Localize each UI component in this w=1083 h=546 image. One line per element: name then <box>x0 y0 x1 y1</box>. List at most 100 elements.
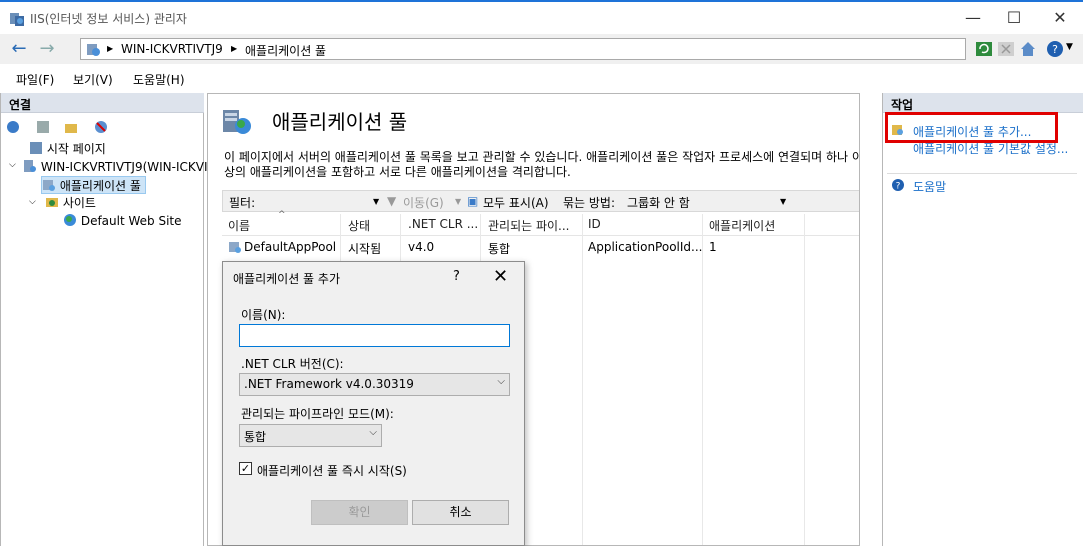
group-by-label: 묶는 방법: <box>563 196 616 210</box>
start-immediately-checkbox[interactable]: ✓ <box>239 462 252 475</box>
tree-item-server[interactable]: WIN-ICKVRTIVTJ9(WIN-ICKVI <box>23 158 208 176</box>
funnel-icon: ▼ <box>387 194 397 208</box>
back-button[interactable]: ← <box>6 38 32 60</box>
breadcrumb-separator: ▶ <box>107 44 114 53</box>
save-icon[interactable] <box>35 119 51 135</box>
connections-pane: 연결 시작 페이지 ⌵ WIN-ICKVRTIVTJ9(WIN-ICKVI 애플… <box>0 93 208 546</box>
maximize-button[interactable]: ☐ <box>999 8 1029 28</box>
grid-header: 이름 ^ 상태 .NET CLR ... 관리되는 파이... ID 애플리케이… <box>222 210 859 545</box>
column-divider <box>804 214 805 545</box>
dialog-help-button[interactable]: ? <box>453 269 460 284</box>
iis-app-icon <box>10 13 24 26</box>
connections-toolbar <box>1 115 204 139</box>
filter-input[interactable] <box>263 192 387 210</box>
breadcrumb-app-pools[interactable]: 애플리케이션 풀 <box>245 42 326 59</box>
cell-applications: 1 <box>709 240 717 254</box>
help-icon: ? <box>892 179 904 192</box>
pipeline-mode-value: 통합 <box>244 430 267 444</box>
ok-button[interactable]: 확인 <box>311 500 408 525</box>
chevron-down-icon: ⌵ <box>497 376 505 387</box>
stop-icon[interactable] <box>996 39 1016 59</box>
add-app-pool-dialog: 애플리케이션 풀 추가 ? ✕ 이름(N): .NET CLR 버전(C): .… <box>222 261 525 546</box>
help-action[interactable]: 도움말 <box>913 178 946 195</box>
column-divider <box>582 214 583 545</box>
start-page-icon <box>30 142 42 154</box>
up-folder-icon[interactable] <box>63 119 79 135</box>
highlight-box <box>885 112 1058 143</box>
sites-folder-icon <box>46 198 58 207</box>
dialog-close-button[interactable]: ✕ <box>493 266 508 287</box>
forward-button[interactable]: → <box>34 38 60 60</box>
address-bar[interactable]: ▶ WIN-ICKVRTIVTJ9 ▶ 애플리케이션 풀 <box>80 38 966 60</box>
column-header-name[interactable]: 이름 <box>228 217 250 234</box>
group-by-select[interactable]: 그룹화 안 함 <box>627 194 690 211</box>
actions-divider <box>887 173 1077 174</box>
tree-item-label: 애플리케이션 풀 <box>59 179 141 193</box>
column-header-clr[interactable]: .NET CLR ... <box>408 217 478 231</box>
filter-bar: 필터: ▼ ▼ 이동(G) ▼ ▣ 모두 표시(A) 묶는 방법: 그룹화 안 … <box>222 190 859 212</box>
menu-bar: 파일(F) 보기(V) 도움말(H) <box>0 66 1083 90</box>
title-bar: IIS(인터넷 정보 서비스) 관리자 — ☐ ✕ <box>0 0 1083 34</box>
column-divider <box>702 214 703 545</box>
help-icon[interactable]: ? <box>1045 39 1065 59</box>
window-title: IIS(인터넷 정보 서비스) 관리자 <box>30 12 187 26</box>
menu-view[interactable]: 보기(V) <box>73 71 113 88</box>
minimize-button[interactable]: — <box>958 8 988 28</box>
tree-item-sites[interactable]: 사이트 <box>45 194 96 212</box>
name-input[interactable] <box>239 324 510 347</box>
breadcrumb-server[interactable]: WIN-ICKVRTIVTJ9 <box>121 42 223 56</box>
help-dropdown-icon[interactable]: ▼ <box>1066 42 1073 52</box>
breadcrumb-separator: ▶ <box>231 44 238 53</box>
filter-dropdown-icon[interactable]: ▼ <box>373 197 379 206</box>
app-pool-icon <box>229 242 241 253</box>
collapse-icon[interactable]: ⌵ <box>29 197 36 207</box>
tree-item-app-pools[interactable]: 애플리케이션 풀 <box>41 176 146 194</box>
tree-item-label: 사이트 <box>62 196 96 210</box>
connect-icon[interactable] <box>5 119 21 135</box>
app-pools-large-icon <box>223 110 251 134</box>
pipeline-mode-label: 관리되는 파이프라인 모드(M): <box>241 407 394 421</box>
column-header-applications[interactable]: 애플리케이션 <box>709 217 775 234</box>
menu-file[interactable]: 파일(F) <box>16 71 54 88</box>
cell-pipeline: 통합 <box>488 242 511 256</box>
column-header-status[interactable]: 상태 <box>348 217 370 234</box>
navigation-bar: ← → ▶ WIN-ICKVRTIVTJ9 ▶ 애플리케이션 풀 ? ▼ <box>0 34 1083 64</box>
tree-item-label: 시작 페이지 <box>46 142 106 156</box>
cell-identity: ApplicationPoolId... <box>588 240 703 254</box>
refresh-icon[interactable] <box>974 39 994 59</box>
start-immediately-label: 애플리케이션 풀 즉시 시작(S) <box>257 464 407 478</box>
pipeline-mode-select[interactable]: 통합 ⌵ <box>239 424 382 447</box>
app-pool-icon <box>43 180 55 191</box>
page-description: 이 페이지에서 서버의 애플리케이션 풀 목록을 보고 관리할 수 있습니다. … <box>224 150 860 179</box>
group-by-dropdown-icon[interactable]: ▼ <box>780 197 786 206</box>
menu-help[interactable]: 도움말(H) <box>133 71 185 88</box>
actions-header: 작업 <box>883 93 1083 113</box>
chevron-down-icon: ⌵ <box>369 427 377 438</box>
column-header-pipeline[interactable]: 관리되는 파이... <box>488 217 570 234</box>
go-button[interactable]: 이동(G) <box>403 194 444 211</box>
page-title: 애플리케이션 풀 <box>272 110 408 134</box>
go-dropdown-icon[interactable]: ▼ <box>455 197 461 206</box>
show-all-icon: ▣ <box>467 194 479 208</box>
show-all-button[interactable]: 모두 표시(A) <box>483 194 549 211</box>
tree-item-label: WIN-ICKVRTIVTJ9(WIN-ICKVI <box>40 160 208 174</box>
globe-icon <box>64 214 76 226</box>
cell-name: DefaultAppPool <box>244 240 337 254</box>
home-icon[interactable] <box>1018 39 1038 59</box>
tree-item-default-web-site[interactable]: Default Web Site <box>63 212 182 230</box>
filter-label: 필터: <box>229 196 256 210</box>
connections-header: 연결 <box>1 93 204 113</box>
svg-text:?: ? <box>896 182 901 192</box>
column-header-identity[interactable]: ID <box>588 217 601 231</box>
cancel-button[interactable]: 취소 <box>412 500 509 525</box>
close-window-button[interactable]: ✕ <box>1045 8 1075 28</box>
collapse-icon[interactable]: ⌵ <box>9 160 16 170</box>
clr-version-label: .NET CLR 버전(C): <box>241 357 344 371</box>
cell-clr: v4.0 <box>408 240 435 254</box>
server-icon <box>24 160 36 172</box>
clr-version-select[interactable]: .NET Framework v4.0.30319 ⌵ <box>239 373 510 396</box>
tree-item-start-page[interactable]: 시작 페이지 <box>29 140 106 158</box>
disconnect-icon[interactable] <box>93 119 109 135</box>
tree-item-label: Default Web Site <box>80 214 182 228</box>
dialog-title: 애플리케이션 풀 추가 <box>233 272 340 286</box>
